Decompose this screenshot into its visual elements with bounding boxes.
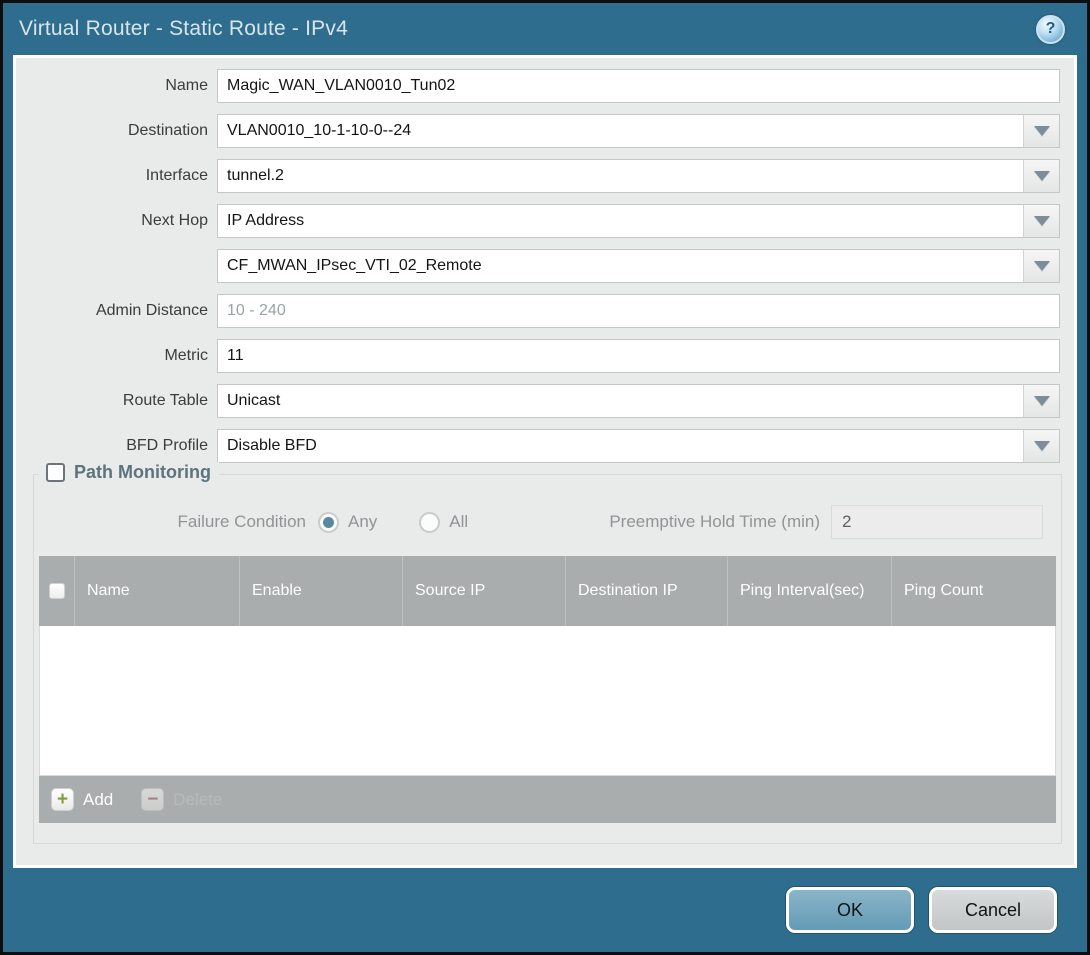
table-footer-bar: + Add − Delete <box>39 776 1056 823</box>
route-table-dropdown-button[interactable] <box>1023 385 1059 417</box>
destination-label: Destination <box>16 122 217 140</box>
column-header-name[interactable]: Name <box>75 556 240 626</box>
cancel-button[interactable]: Cancel <box>929 887 1057 933</box>
destination-field[interactable]: VLAN0010_10-1-10-0--24 <box>217 114 1060 148</box>
column-header-ping-interval[interactable]: Ping Interval(sec) <box>728 556 892 626</box>
ok-button[interactable]: OK <box>786 887 914 933</box>
next-hop-address-field[interactable]: CF_MWAN_IPsec_VTI_02_Remote <box>217 249 1060 283</box>
path-monitoring-checkbox[interactable] <box>46 463 65 482</box>
destination-row: Destination VLAN0010_10-1-10-0--24 <box>16 114 1060 148</box>
failure-condition-row: Failure Condition Any All Preemptive Hol… <box>34 505 1043 539</box>
route-table-value: Unicast <box>218 385 1023 417</box>
next-hop-type-value: IP Address <box>218 205 1023 237</box>
next-hop-label: Next Hop <box>16 212 217 230</box>
dialog-virtual-router-static-route: Virtual Router - Static Route - IPv4 ? N… <box>3 3 1087 952</box>
next-hop-row: Next Hop IP Address <box>16 204 1060 238</box>
next-hop-type-dropdown-button[interactable] <box>1023 205 1059 237</box>
admin-distance-field <box>217 294 1060 328</box>
path-monitoring-table: Name Enable Source IP Destination IP Pin… <box>39 556 1056 823</box>
interface-value: tunnel.2 <box>218 160 1023 192</box>
column-header-source-ip[interactable]: Source IP <box>403 556 566 626</box>
bfd-profile-label: BFD Profile <box>16 437 217 455</box>
name-row: Name <box>16 69 1060 103</box>
admin-distance-label: Admin Distance <box>16 302 217 320</box>
plus-icon: + <box>51 788 74 811</box>
next-hop-address-dropdown-button[interactable] <box>1023 250 1059 282</box>
route-table-label: Route Table <box>16 392 217 410</box>
path-monitoring-section: Path Monitoring Failure Condition Any Al… <box>33 474 1062 844</box>
table-header-row: Name Enable Source IP Destination IP Pin… <box>39 556 1056 626</box>
delete-button[interactable]: − Delete <box>141 788 222 811</box>
metric-label: Metric <box>16 347 217 365</box>
name-label: Name <box>16 77 217 95</box>
path-monitoring-legend: Path Monitoring <box>38 462 219 483</box>
destination-value: VLAN0010_10-1-10-0--24 <box>218 115 1023 147</box>
failure-condition-any-label: Any <box>348 512 377 532</box>
metric-field <box>217 339 1060 373</box>
failure-condition-all-radio[interactable] <box>419 512 440 533</box>
route-table-row: Route Table Unicast <box>16 384 1060 418</box>
title-bar: Virtual Router - Static Route - IPv4 ? <box>3 3 1087 55</box>
preemptive-hold-field <box>831 505 1043 539</box>
preemptive-hold-label: Preemptive Hold Time (min) <box>510 512 831 532</box>
help-icon[interactable]: ? <box>1036 15 1065 44</box>
dialog-body: Name Destination VLAN0010_10-1-10-0--24 … <box>13 55 1077 868</box>
failure-condition-all-label: All <box>449 512 468 532</box>
dialog-title: Virtual Router - Static Route - IPv4 <box>19 17 348 41</box>
chevron-down-icon <box>1034 261 1050 271</box>
select-all-checkbox[interactable] <box>49 583 65 599</box>
interface-dropdown-button[interactable] <box>1023 160 1059 192</box>
dialog-footer: OK Cancel <box>3 868 1087 952</box>
next-hop-address-value: CF_MWAN_IPsec_VTI_02_Remote <box>218 250 1023 282</box>
route-table-field[interactable]: Unicast <box>217 384 1060 418</box>
column-header-enable[interactable]: Enable <box>240 556 403 626</box>
add-button[interactable]: + Add <box>51 788 113 811</box>
chevron-down-icon <box>1034 396 1050 406</box>
chevron-down-icon <box>1034 216 1050 226</box>
interface-row: Interface tunnel.2 <box>16 159 1060 193</box>
failure-condition-label: Failure Condition <box>34 512 318 532</box>
next-hop-type-field[interactable]: IP Address <box>217 204 1060 238</box>
name-input[interactable] <box>218 70 1059 102</box>
next-hop-address-row: CF_MWAN_IPsec_VTI_02_Remote <box>16 249 1060 283</box>
interface-label: Interface <box>16 167 217 185</box>
path-monitoring-title: Path Monitoring <box>74 462 211 483</box>
chevron-down-icon <box>1034 126 1050 136</box>
failure-condition-any-radio[interactable] <box>318 512 339 533</box>
name-field <box>217 69 1060 103</box>
bfd-profile-value: Disable BFD <box>218 430 1023 462</box>
admin-distance-input[interactable] <box>218 295 1059 327</box>
admin-distance-row: Admin Distance <box>16 294 1060 328</box>
table-body-empty <box>39 626 1056 776</box>
minus-icon: − <box>141 788 164 811</box>
column-header-destination-ip[interactable]: Destination IP <box>566 556 728 626</box>
bfd-profile-field[interactable]: Disable BFD <box>217 429 1060 463</box>
metric-input[interactable] <box>218 340 1059 372</box>
destination-dropdown-button[interactable] <box>1023 115 1059 147</box>
add-button-label: Add <box>83 790 113 810</box>
metric-row: Metric <box>16 339 1060 373</box>
column-header-ping-count[interactable]: Ping Count <box>892 556 1056 626</box>
select-all-cell <box>39 556 75 626</box>
preemptive-hold-input[interactable] <box>832 506 1042 538</box>
delete-button-label: Delete <box>173 790 222 810</box>
bfd-profile-dropdown-button[interactable] <box>1023 430 1059 462</box>
interface-field[interactable]: tunnel.2 <box>217 159 1060 193</box>
bfd-profile-row: BFD Profile Disable BFD <box>16 429 1060 463</box>
chevron-down-icon <box>1034 441 1050 451</box>
chevron-down-icon <box>1034 171 1050 181</box>
